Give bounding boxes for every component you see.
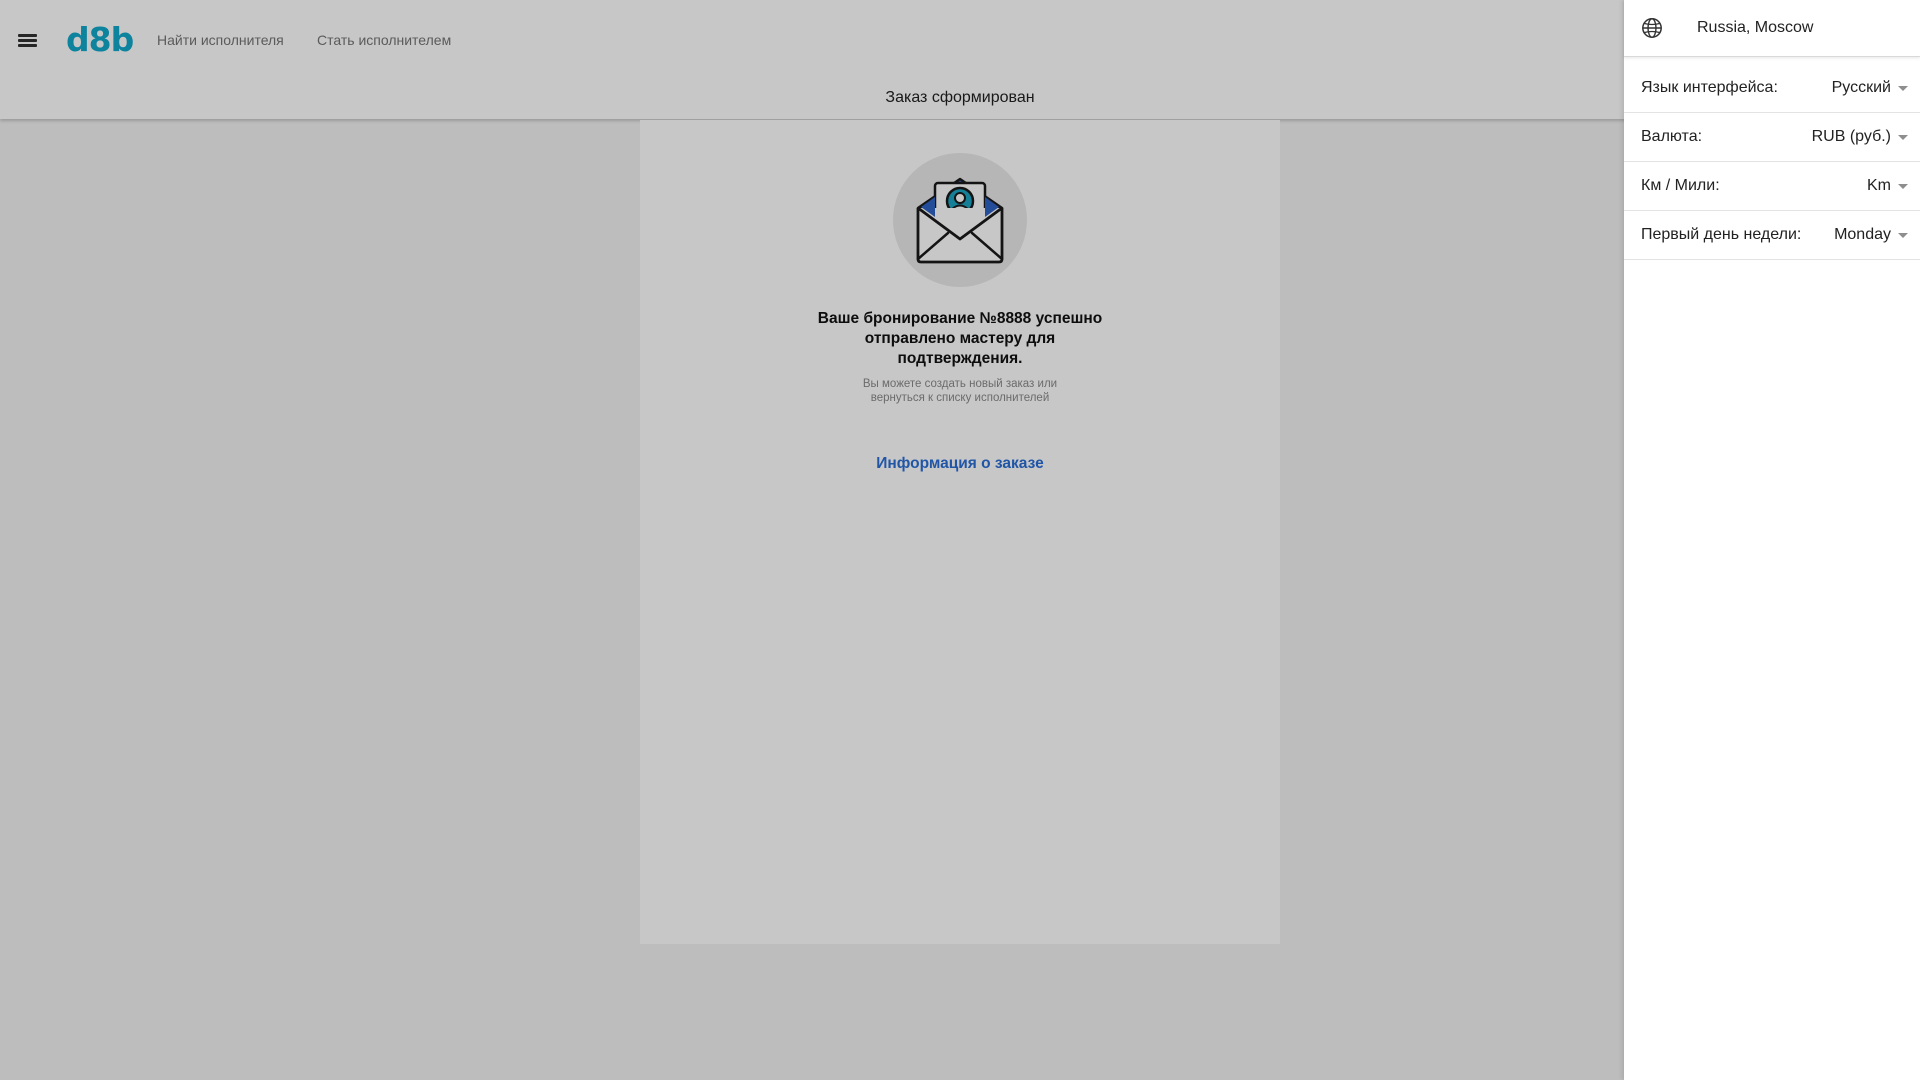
setting-label: Валюта: <box>1641 128 1703 145</box>
setting-value: Monday <box>1834 226 1891 243</box>
location-selector[interactable]: Russia, Moscow <box>1624 0 1920 57</box>
first-weekday-select[interactable]: Monday <box>1834 211 1908 259</box>
setting-label: Язык интерфейса: <box>1641 79 1778 96</box>
chevron-down-icon <box>1898 232 1908 238</box>
chevron-down-icon <box>1898 183 1908 189</box>
language-select[interactable]: Русский <box>1832 64 1908 112</box>
setting-row-first-weekday: Первый день недели: Monday <box>1624 211 1920 260</box>
setting-row-distance-units: Км / Мили: Km <box>1624 162 1920 211</box>
modal-overlay[interactable] <box>0 0 1624 1080</box>
setting-value: Km <box>1867 177 1891 194</box>
setting-value: RUB (руб.) <box>1811 128 1891 145</box>
chevron-down-icon <box>1898 85 1908 91</box>
location-label: Russia, Moscow <box>1697 19 1814 36</box>
currency-select[interactable]: RUB (руб.) <box>1812 113 1908 161</box>
setting-label: Первый день недели: <box>1641 226 1802 243</box>
setting-value: Русский <box>1831 79 1891 96</box>
settings-drawer: Russia, Moscow Язык интерфейса: Русский … <box>1624 0 1920 1080</box>
setting-row-language: Язык интерфейса: Русский <box>1624 64 1920 113</box>
distance-units-select[interactable]: Km <box>1867 162 1908 210</box>
chevron-down-icon <box>1898 134 1908 140</box>
setting-row-currency: Валюта: RUB (руб.) <box>1624 113 1920 162</box>
setting-label: Км / Мили: <box>1641 177 1720 194</box>
globe-icon <box>1642 18 1662 38</box>
